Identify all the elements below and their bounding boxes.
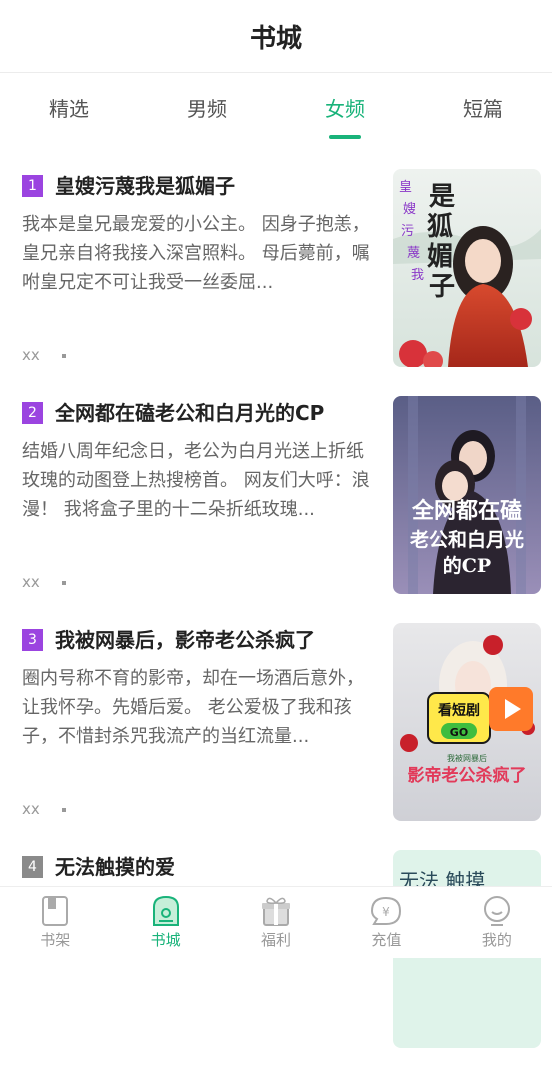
recharge-icon: ¥ — [371, 896, 402, 925]
tab-welfare[interactable]: 福利 — [221, 887, 331, 958]
svg-text:全网都在磕: 全网都在磕 — [411, 498, 522, 524]
profile-icon — [483, 896, 510, 926]
svg-text:老公和白月光: 老公和白月光 — [410, 528, 524, 551]
svg-text:影帝老公杀疯了: 影帝老公杀疯了 — [408, 765, 527, 786]
separator-dot — [61, 807, 66, 812]
separator-dot — [61, 580, 66, 585]
gift-icon — [262, 897, 291, 926]
tab-mine[interactable]: 我的 — [442, 887, 552, 958]
svg-text:狐: 狐 — [427, 212, 453, 242]
tab-label: 福利 — [261, 931, 292, 949]
cover-art: 皇 嫂 污 蔑 我 是 狐 媚 子 — [393, 169, 541, 367]
cover-art: 全网都在磕 老公和白月光 的CP — [393, 396, 541, 594]
cover-side-title: 皇 — [399, 180, 412, 195]
rank-badge: 2 — [22, 402, 43, 424]
svg-text:我: 我 — [411, 268, 424, 283]
tab-short[interactable]: 短篇 — [414, 73, 552, 139]
cover-badge: 看短剧 — [437, 702, 480, 719]
book-title[interactable]: 无法触摸的爱 — [55, 851, 175, 880]
svg-text:媚: 媚 — [427, 242, 453, 272]
book-title[interactable]: 全网都在磕老公和白月光的CP — [55, 397, 324, 426]
tab-bookstore[interactable]: 书城 — [110, 887, 220, 958]
tab-bookshelf[interactable]: 书架 — [0, 887, 110, 958]
book-cover[interactable]: 看短剧 GO 我被网暴后 影帝老公杀疯了 — [393, 623, 541, 821]
svg-text:子: 子 — [429, 272, 455, 302]
book-item[interactable]: 1 皇嫂污蔑我是狐媚子 我本是皇兄最宠爱的小公主。 因身子抱恙，皇兄亲自将我接入… — [0, 168, 552, 395]
svg-text:蔑: 蔑 — [407, 246, 420, 261]
book-cover[interactable]: 全网都在磕 老公和白月光 的CP — [393, 396, 541, 594]
svg-text:GO: GO — [450, 726, 468, 739]
book-author: xx — [22, 346, 40, 364]
page-title: 书城 — [249, 23, 302, 54]
book-description: 结婚八周年纪念日，老公为白月光送上折纸玫瑰的动图登上热搜榜首。 网友们大呼：浪漫… — [22, 441, 370, 520]
book-title[interactable]: 皇嫂污蔑我是狐媚子 — [55, 170, 235, 199]
svg-text:嫂: 嫂 — [403, 202, 416, 217]
book-author: xx — [22, 573, 40, 591]
bottom-tab-bar: 书架 书城 福利 ¥ 充值 我的 — [0, 886, 552, 958]
rank-badge: 1 — [22, 175, 43, 197]
book-item[interactable]: 3 我被网暴后，影帝老公杀疯了 圈内号称不育的影帝，却在一场酒后意外，让我怀孕。… — [0, 622, 552, 849]
svg-text:的CP: 的CP — [443, 554, 491, 577]
rank-badge: 4 — [22, 856, 43, 878]
book-description: 我本是皇兄最宠爱的小公主。 因身子抱恙，皇兄亲自将我接入深宫照料。 母后薨前，嘱… — [22, 214, 370, 293]
svg-text:污: 污 — [401, 224, 414, 239]
book-meta: xx — [22, 800, 66, 818]
tab-label: 我的 — [481, 931, 512, 949]
cover-art: 看短剧 GO 我被网暴后 影帝老公杀疯了 — [393, 623, 541, 821]
book-author: xx — [22, 800, 40, 818]
book-description: 圈内号称不育的影帝，却在一场酒后意外，让我怀孕。先婚后爱。 老公爱极了我和孩子，… — [22, 668, 364, 747]
category-tabs: 精选 男频 女频 短篇 — [0, 73, 552, 139]
separator-dot — [61, 353, 66, 358]
book-meta: xx — [22, 573, 66, 591]
tab-label: 书架 — [40, 931, 71, 949]
book-item[interactable]: 4 无法触摸的爱 无法 触摸 — [0, 849, 552, 1076]
rank-badge: 3 — [22, 629, 43, 651]
bookshelf-icon — [42, 896, 69, 926]
book-meta: xx — [22, 346, 66, 364]
bookstore-icon — [152, 895, 179, 926]
svg-text:是: 是 — [429, 182, 455, 212]
book-item[interactable]: 2 全网都在磕老公和白月光的CP 结婚八周年纪念日，老公为白月光送上折纸玫瑰的动… — [0, 395, 552, 622]
tab-featured[interactable]: 精选 — [0, 73, 138, 139]
tab-label: 书城 — [150, 931, 181, 949]
top-bar: 书城 — [0, 0, 552, 73]
svg-text:¥: ¥ — [383, 905, 391, 919]
svg-text:我被网暴后: 我被网暴后 — [447, 753, 487, 763]
tab-male[interactable]: 男频 — [138, 73, 276, 139]
tab-recharge[interactable]: ¥ 充值 — [331, 887, 441, 958]
tab-label: 充值 — [371, 931, 402, 949]
tab-female[interactable]: 女频 — [276, 73, 414, 139]
book-title[interactable]: 我被网暴后，影帝老公杀疯了 — [55, 624, 315, 653]
book-cover[interactable]: 皇 嫂 污 蔑 我 是 狐 媚 子 — [393, 169, 541, 367]
